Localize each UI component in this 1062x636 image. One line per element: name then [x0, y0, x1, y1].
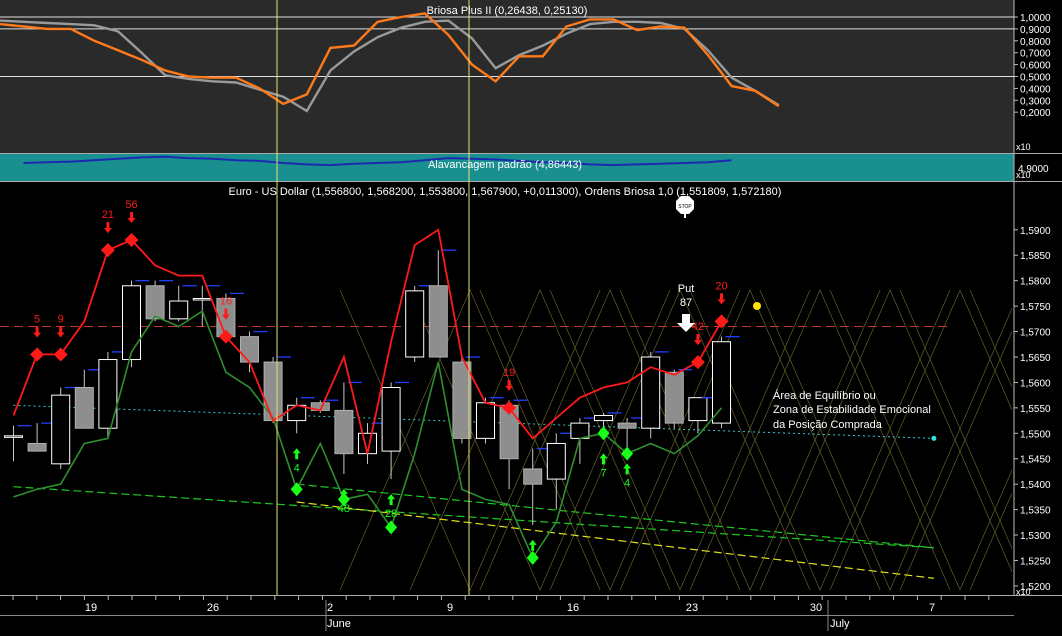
candle-body: [145, 285, 165, 320]
scale-badge: x10: [1016, 587, 1031, 597]
osc-tick-label: 0,8000: [1020, 37, 1051, 48]
candle-body: [664, 371, 684, 424]
osc-tick-label: 0,9000: [1020, 25, 1051, 36]
candle-body: [688, 397, 708, 422]
put-label: Put: [678, 283, 695, 295]
price-tick-label: 1,5600: [1020, 378, 1051, 389]
chart-window: 1,0000 0,9000 0,8000 0,7000 0,6000 0,5000 0,40…: [0, 0, 1062, 631]
scale-badge: x10: [1016, 170, 1031, 180]
sell-signal-label: 5: [34, 313, 40, 325]
main-title: Euro - US Dollar (1,556800, 1,568200, 1,…: [229, 186, 782, 198]
candle-body: [523, 468, 543, 485]
equilibrium-annotation: da Posição Comprada: [773, 419, 883, 431]
x-day-label: 2: [327, 602, 333, 614]
put-value: 87: [680, 297, 692, 309]
candle-body: [381, 387, 401, 452]
stop-label: STOP: [678, 204, 692, 210]
osc-tick-label: 0,3000: [1020, 96, 1051, 107]
buy-signal-label: 4: [294, 462, 300, 474]
price-tick-label: 1,5550: [1020, 404, 1051, 415]
candle-body: [334, 409, 354, 455]
sell-signal-label: 16: [220, 296, 232, 308]
candle-body: [192, 297, 212, 301]
candle-body: [51, 394, 71, 465]
osc-tick-label: 0,6000: [1020, 61, 1051, 72]
equilibrium-end-dot: [931, 435, 937, 441]
candle-body: [594, 414, 613, 422]
sell-signal-label: 9: [58, 313, 64, 325]
sell-signal-label: 56: [125, 199, 137, 211]
osc-tick-label: 0,2000: [1020, 108, 1051, 119]
candle-body: [27, 442, 47, 452]
osc-title: Briosa Plus II (0,26438, 0,25130): [427, 5, 588, 17]
osc-tick-label: 0,5000: [1020, 73, 1051, 84]
x-month-label: June: [327, 618, 351, 630]
price-tick-label: 1,5750: [1020, 302, 1051, 313]
x-day-label: 23: [686, 602, 698, 614]
buy-signal-label: 28: [385, 508, 397, 520]
lev-title: Alavancagem padrão (4,86443): [428, 159, 582, 171]
candle-body: [405, 290, 425, 358]
candle-body: [617, 422, 637, 429]
candle-body: [240, 336, 259, 363]
candle-body: [546, 442, 566, 480]
sell-signal-label: 20: [715, 280, 727, 292]
candle-body: [4, 435, 23, 438]
x-day-label: 16: [567, 602, 579, 614]
candle-body: [169, 300, 189, 320]
osc-tick-label: 0,4000: [1020, 84, 1051, 95]
x-day-label: 9: [447, 602, 453, 614]
equilibrium-annotation: Zona de Estabilidade Emocional: [773, 404, 931, 416]
buy-signal-label: 4: [624, 478, 630, 490]
osc-tick-label: 1,0000: [1020, 13, 1051, 24]
sell-signal-label: 21: [102, 209, 114, 221]
candle-body: [452, 361, 472, 439]
buy-signal-label: 48: [338, 503, 350, 515]
x-day-label: 7: [929, 602, 935, 614]
candle-body: [428, 285, 448, 358]
price-tick-label: 1,5250: [1020, 556, 1051, 567]
candle-body: [122, 285, 141, 361]
price-tick-label: 1,5350: [1020, 506, 1051, 517]
main-panel-bg: [0, 182, 1014, 595]
price-tick-label: 1,5450: [1020, 455, 1051, 466]
chart-svg: 1,00000,90000,80000,70000,60000,50000,40…: [0, 0, 1062, 631]
price-tick-label: 1,5800: [1020, 277, 1051, 288]
price-tick-label: 1,5300: [1020, 531, 1051, 542]
price-tick-label: 1,5500: [1020, 429, 1051, 440]
candle-body: [263, 361, 283, 422]
x-day-label: 26: [207, 602, 219, 614]
price-tick-label: 1,5850: [1020, 251, 1051, 262]
price-tick-label: 1,5900: [1020, 226, 1051, 237]
candle-body: [570, 422, 590, 439]
equilibrium-annotation: Área de Equilíbrio ou: [773, 389, 876, 402]
osc-tick-label: 0,7000: [1020, 49, 1051, 60]
target-marker: [753, 302, 761, 310]
candle-body: [712, 341, 731, 424]
price-tick-label: 1,5650: [1020, 353, 1051, 364]
x-day-label: 30: [810, 602, 822, 614]
sell-signal-label: 42: [692, 321, 704, 333]
x-month-label: July: [830, 618, 850, 630]
price-tick-label: 1,5400: [1020, 480, 1051, 491]
candle-body: [476, 402, 495, 439]
candle-body: [74, 387, 94, 429]
buy-signal-label: 7: [600, 467, 606, 479]
scale-badge: x10: [1016, 142, 1031, 152]
sell-signal-label: 19: [503, 367, 515, 379]
x-day-label: 19: [85, 602, 97, 614]
price-tick-label: 1,5700: [1020, 328, 1051, 339]
buy-signal-label: 7: [530, 554, 536, 566]
candle-body: [287, 404, 307, 422]
